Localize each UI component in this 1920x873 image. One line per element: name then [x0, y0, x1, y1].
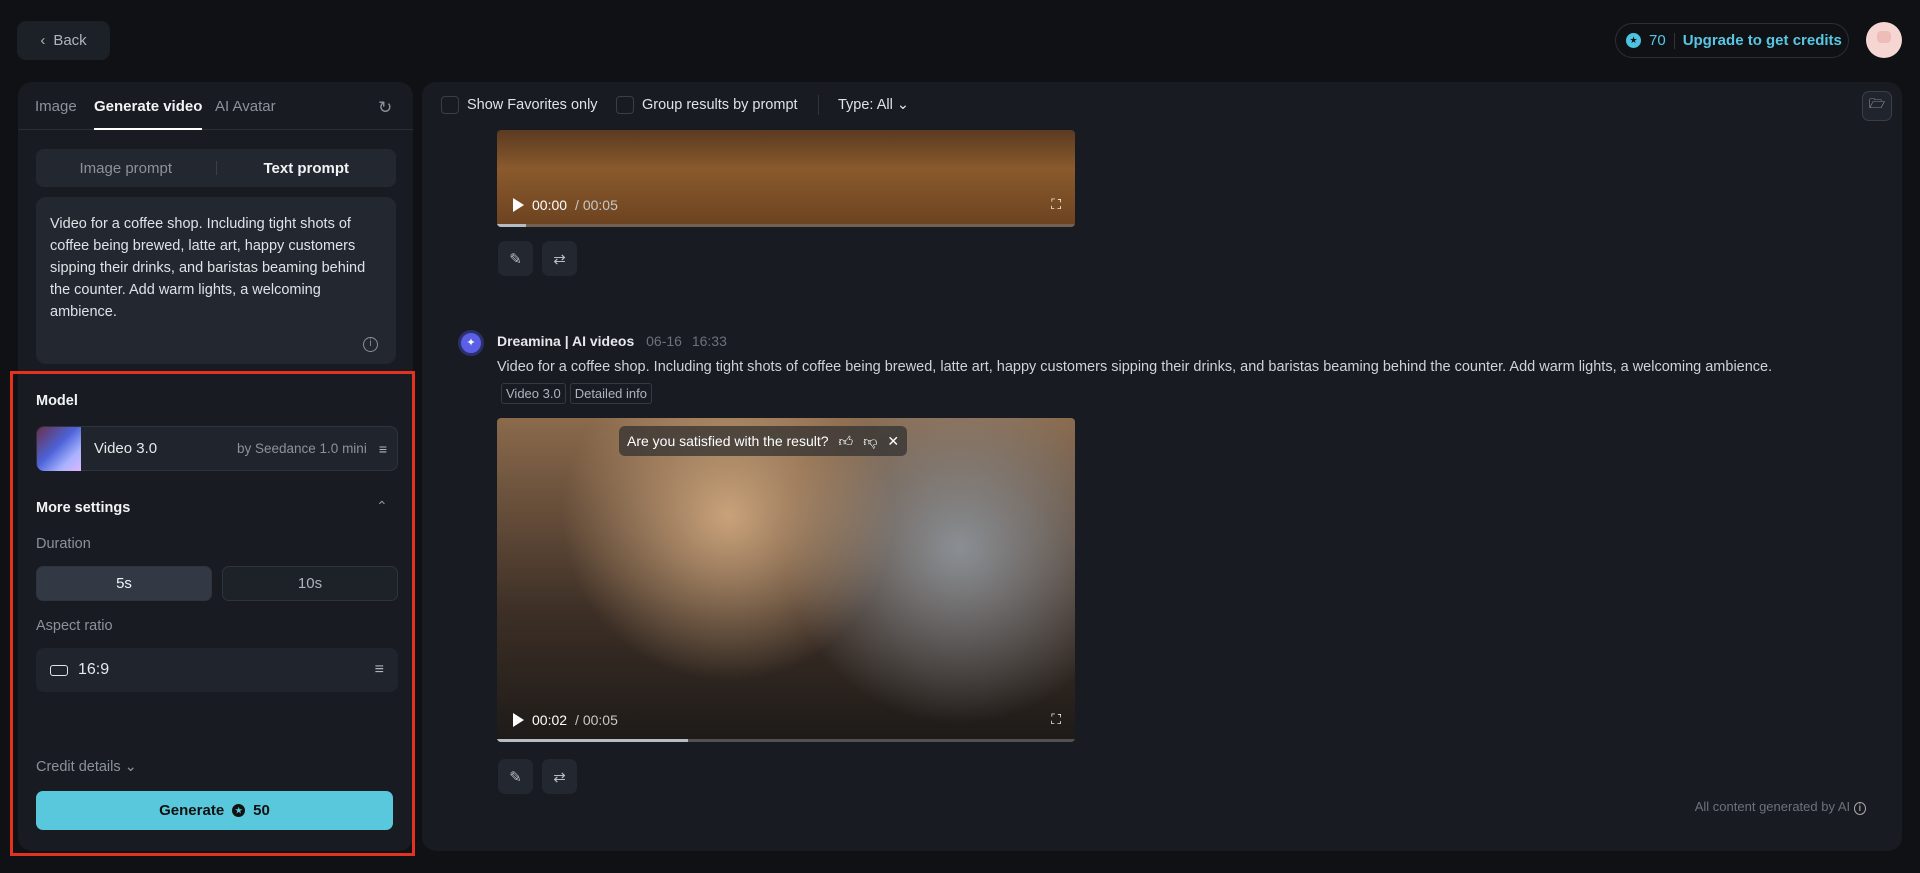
fullscreen-icon[interactable]: ⛶: [1051, 711, 1061, 728]
chevron-left-icon: ‹: [40, 32, 46, 49]
progress-bar[interactable]: [497, 224, 1075, 227]
regenerate-button[interactable]: ⇄: [542, 241, 577, 276]
prompt-textarea[interactable]: Video for a coffee shop. Including tight…: [36, 197, 396, 364]
fullscreen-icon[interactable]: ⛶: [1051, 196, 1061, 213]
dreamina-logo-icon: ✦: [458, 330, 484, 356]
current-time: 00:02: [532, 712, 568, 728]
message-date: 06-16: [646, 333, 682, 349]
play-icon[interactable]: [513, 713, 524, 727]
prompt-text: Video for a coffee shop. Including tight…: [50, 216, 366, 320]
credit-count: 70: [1649, 32, 1666, 49]
type-filter[interactable]: Type: All ⌄: [838, 97, 909, 113]
regenerate-button[interactable]: ⇄: [542, 759, 577, 794]
result-prompt: Video for a coffee shop. Including tight…: [497, 359, 1773, 375]
credit-icon: ★: [1626, 33, 1641, 48]
message-time: 16:33: [691, 333, 727, 349]
back-button[interactable]: ‹ Back: [17, 21, 110, 60]
result-tags: Video 3.0 Detailed info: [501, 383, 656, 404]
total-time: 00:05: [582, 197, 618, 213]
ai-disclaimer: All content generated by AI i: [1694, 799, 1866, 815]
edit-button[interactable]: ✎: [498, 241, 533, 276]
video-player[interactable]: Are you satisfied with the result? 👍︎ 👎︎ ✕…: [497, 418, 1075, 742]
detailed-info-tag[interactable]: Detailed info: [569, 383, 652, 404]
group-checkbox[interactable]: [616, 96, 634, 114]
upgrade-link[interactable]: Upgrade to get credits: [1683, 32, 1842, 49]
group-label[interactable]: Group results by prompt: [642, 97, 798, 113]
favorites-label[interactable]: Show Favorites only: [467, 97, 598, 113]
repeat-icon: ⇄: [553, 250, 566, 268]
reset-icon[interactable]: ↻: [378, 98, 392, 118]
info-icon[interactable]: i: [363, 337, 378, 352]
pencil-icon: ✎: [509, 250, 522, 268]
divider: [818, 95, 819, 115]
feedback-prompt: Are you satisfied with the result? 👍︎ 👎︎ ✕: [619, 426, 908, 456]
type-filter-label: Type: All: [838, 97, 893, 113]
credits-pill[interactable]: ★ 70 Upgrade to get credits: [1615, 23, 1849, 58]
chevron-down-icon: ⌄: [896, 97, 909, 113]
tab-image[interactable]: Image: [35, 98, 77, 115]
mode-tabs: Image Generate video AI Avatar ↻: [18, 82, 413, 130]
video-player[interactable]: 00:00/ 00:05 ⛶: [497, 130, 1075, 227]
close-icon[interactable]: ✕: [887, 433, 899, 450]
text-prompt-option[interactable]: Text prompt: [217, 160, 397, 177]
user-avatar[interactable]: [1866, 22, 1902, 58]
model-tag[interactable]: Video 3.0: [501, 383, 566, 404]
folder-button[interactable]: 🗁: [1862, 91, 1892, 121]
edit-button[interactable]: ✎: [498, 759, 533, 794]
thumbs-up-icon[interactable]: 👍︎: [839, 433, 854, 450]
highlight-box: [10, 371, 415, 856]
play-icon[interactable]: [513, 198, 524, 212]
divider: [1673, 32, 1675, 49]
progress-bar[interactable]: [497, 739, 1075, 742]
image-prompt-option[interactable]: Image prompt: [36, 160, 216, 177]
feedback-question: Are you satisfied with the result?: [627, 433, 829, 449]
author-name: Dreamina | AI videos: [497, 333, 635, 349]
info-icon[interactable]: i: [1853, 802, 1866, 815]
ai-disclaimer-text: All content generated by AI: [1694, 799, 1851, 814]
folder-icon: 🗁: [1868, 96, 1886, 111]
thumbs-down-icon[interactable]: 👎︎: [863, 433, 877, 450]
current-time: 00:00: [532, 197, 568, 213]
tab-ai-avatar[interactable]: AI Avatar: [215, 98, 276, 115]
message-header: Dreamina | AI videos 06-16 16:33: [497, 333, 727, 349]
prompt-mode-switch: Image prompt Text prompt: [36, 149, 396, 187]
tab-generate-video[interactable]: Generate video: [94, 98, 203, 130]
repeat-icon: ⇄: [553, 768, 566, 786]
total-time: 00:05: [582, 712, 618, 728]
favorites-checkbox[interactable]: [441, 96, 459, 114]
pencil-icon: ✎: [509, 768, 522, 786]
